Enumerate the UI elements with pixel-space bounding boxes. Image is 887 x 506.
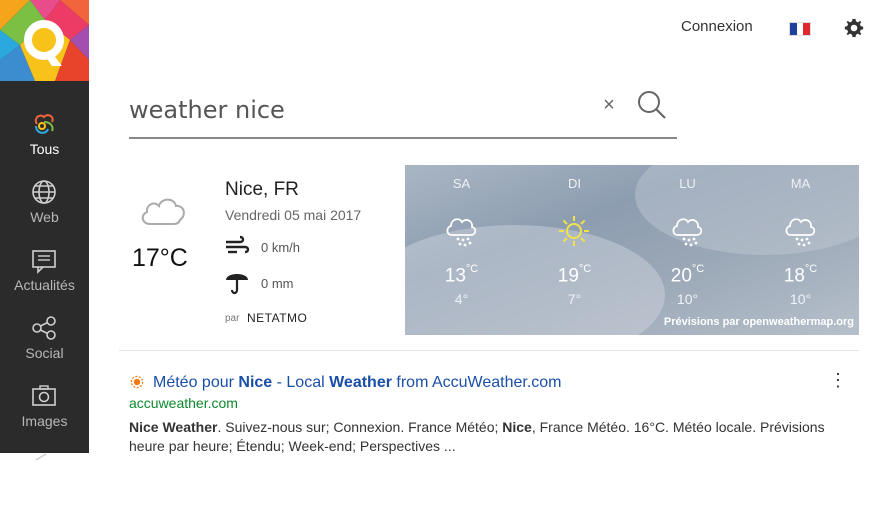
forecast-high: 19°C [557,263,592,287]
sidebar-item-label: Tous [29,141,60,157]
sidebar-item-label: Images [21,413,68,429]
globe-icon [32,180,56,204]
sidebar-item-label: Social [25,345,64,361]
umbrella-icon [226,274,248,295]
forecast-day: MA 18°C 10° [744,165,857,335]
forecast-low: 10° [676,291,699,307]
forecast-day: DI 19°C 7° [518,165,631,335]
sun-icon [559,216,589,246]
weather-city: Nice, FR [225,179,299,200]
sidebar-item-web[interactable]: Web [0,168,89,234]
all-icon [34,114,54,134]
news-icon [32,250,56,274]
forecast-high: 20°C [670,263,705,287]
sidebar-item-tous[interactable]: Tous [0,100,89,166]
forecast-day: SA 13°C 4° [405,165,518,335]
forecast-day: LU 20°C 10° [631,165,744,335]
sidebar-item-more[interactable] [0,440,89,506]
provider-name[interactable]: NETATMO [247,311,307,325]
sidebar-item-label: Actualités [14,277,75,293]
sun-icon [130,375,144,389]
rain-cloud-icon [785,218,816,247]
search-input[interactable] [129,90,589,130]
gear-icon[interactable] [843,17,865,39]
sidebar: Tous Web Actualités Social Images [0,0,89,461]
forecast-high: 18°C [783,263,818,287]
forecast-day-name: MA [790,176,811,191]
camera-icon [32,385,56,406]
forecast-high: 13°C [444,263,479,287]
rain-cloud-icon [672,218,703,247]
flag-fr-icon[interactable] [789,22,811,36]
forecast-low: 7° [567,291,582,307]
rain-cloud-icon [446,218,477,247]
rain-value: 0 mm [261,276,294,291]
close-icon[interactable]: × [598,94,620,116]
weather-date: Vendredi 05 mai 2017 [225,207,362,223]
sidebar-item-actualites[interactable]: Actualités [0,236,89,302]
login-link[interactable]: Connexion [681,18,753,35]
forecast-source[interactable]: Prévisions par openweathermap.org [664,316,854,328]
forecast-low: 10° [789,291,812,307]
result-url[interactable]: accuweather.com [129,395,238,411]
result-snippet: Nice Weather. Suivez-nous sur; Connexion… [129,419,825,454]
search-underline [129,137,677,139]
play-icon [35,453,47,461]
forecast-day-name: SA [452,176,471,191]
forecast-day-name: DI [568,176,581,191]
divider [119,350,859,351]
sidebar-item-social[interactable]: Social [0,304,89,370]
more-vertical-icon[interactable]: ⋮ [829,370,847,390]
forecast-day-name: LU [679,176,696,191]
forecast-low: 4° [454,291,469,307]
sidebar-item-label: Web [30,209,59,225]
forecast-panel: SA 13°C 4° DI 19°C 7° LU 20°C 10° MA 18°… [405,165,859,335]
provider-prefix: par [225,313,240,324]
search-icon[interactable] [636,89,668,121]
qwant-logo[interactable] [0,0,89,81]
sidebar-item-images[interactable]: Images [0,372,89,438]
cloud-icon [141,198,185,225]
wind-icon [226,235,250,254]
wind-value: 0 km/h [261,240,301,255]
social-icon [32,316,56,340]
result-title-link[interactable]: Météo pour Nice - Local Weather from Acc… [153,374,562,392]
current-temperature: 17°C [132,244,188,272]
